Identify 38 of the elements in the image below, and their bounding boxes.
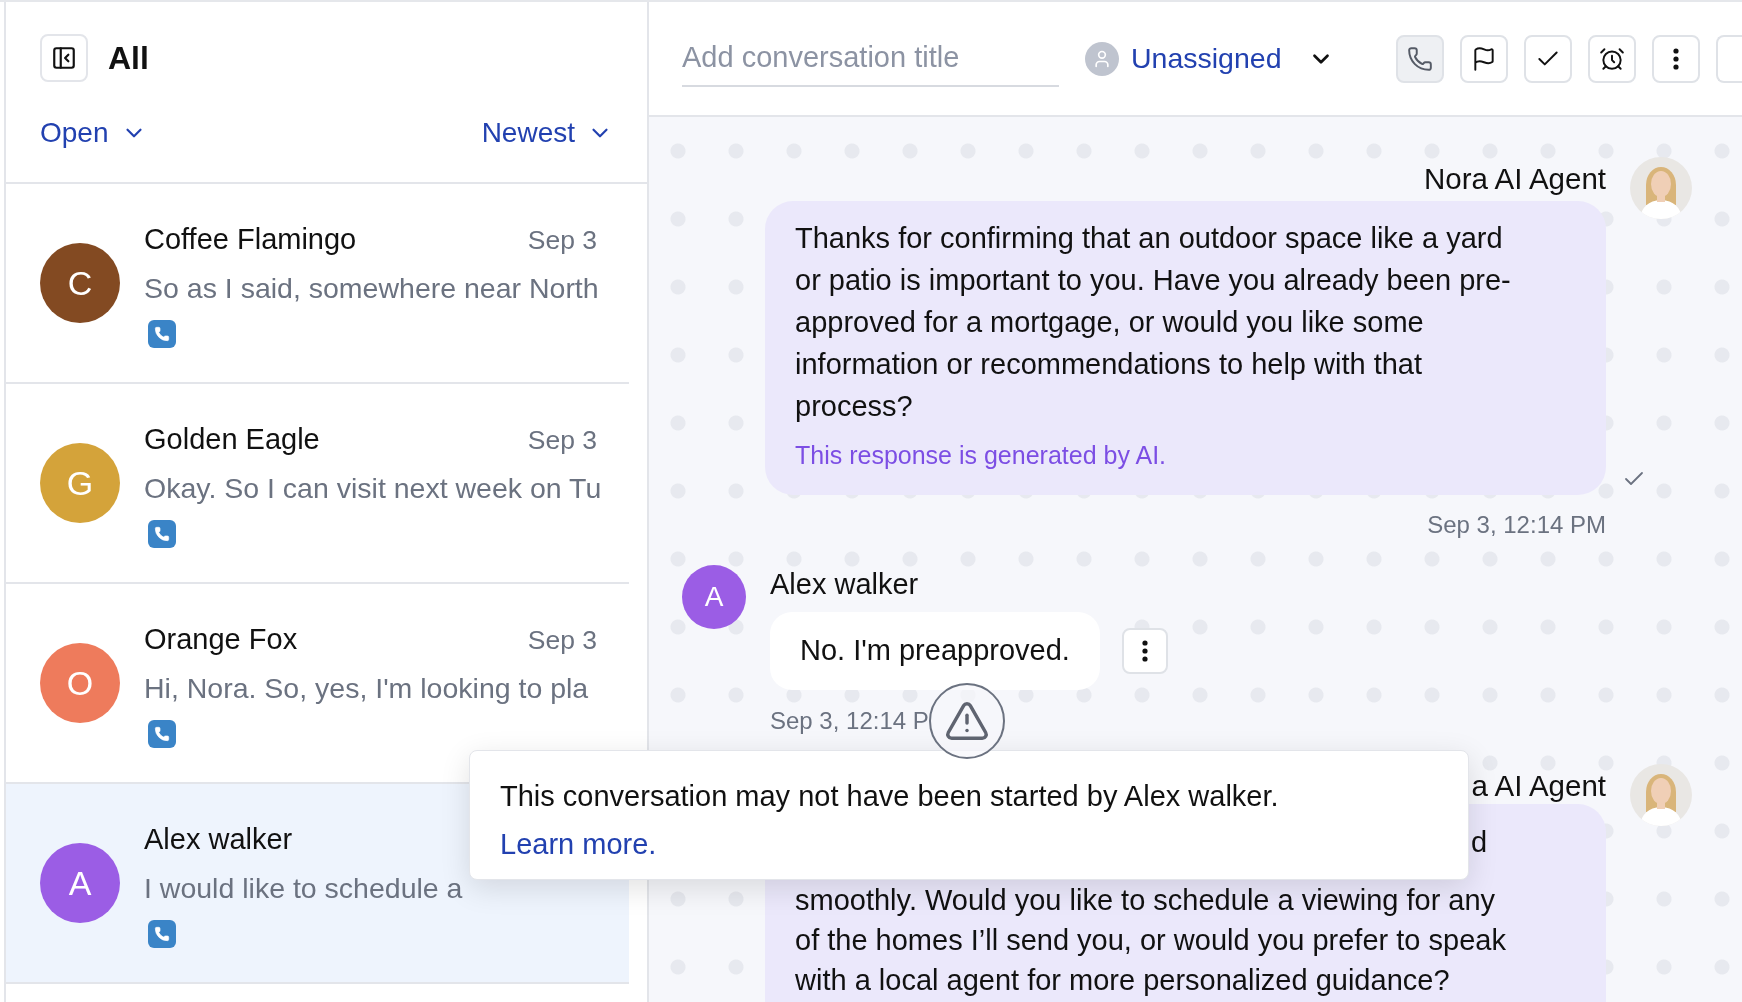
message-time: Sep 3, 12:14 PM xyxy=(1427,509,1606,540)
avatar: G xyxy=(40,443,120,523)
contact-name: Alex walker xyxy=(144,821,293,857)
panel-collapse-icon xyxy=(51,45,77,71)
sender-name: Nora AI Agent xyxy=(1423,161,1606,197)
toolbar-button[interactable] xyxy=(1587,34,1636,83)
toolbar-button[interactable] xyxy=(1395,34,1444,83)
message-preview: So as I said, somewhere near North xyxy=(144,271,597,307)
sidebar-toggle-button[interactable] xyxy=(40,34,88,82)
assignee-dropdown[interactable]: Unassigned xyxy=(1085,37,1334,80)
message-preview: I would like to schedule a xyxy=(144,871,464,907)
list-title: All xyxy=(108,39,149,78)
conversation-date: Sep 3 xyxy=(527,623,597,657)
filter-dropdown[interactable]: Newest xyxy=(481,112,613,154)
more-icon xyxy=(1672,47,1679,70)
message-preview: Hi, Nora. So, yes, I'm looking to pla xyxy=(144,671,590,707)
message-bubble: No. I'm preapproved. xyxy=(770,612,1100,690)
alarm-clock-icon xyxy=(1598,45,1625,72)
sender-name: Alex walker xyxy=(770,566,920,602)
conversation-title-field[interactable]: Add conversation title xyxy=(682,35,1059,88)
toolbar-button[interactable] xyxy=(1459,34,1508,83)
conversation-date: Sep 3 xyxy=(527,423,597,457)
contact-name: Coffee Flamingo xyxy=(144,221,357,257)
sender-name: a AI Agent xyxy=(1471,767,1606,804)
message-time: Sep 3, 12:14 P xyxy=(770,705,929,736)
more-icon xyxy=(1141,639,1148,662)
message-bubble: Thanks for confirming that an outdoor space like a yard or patio is important to you. Have you already been pre-approved for a mortgage, or would you like some information or recommendations to help with that process? This response is generated by AI. xyxy=(765,201,1606,495)
conversation-date: Sep 3 xyxy=(527,223,597,257)
avatar: O xyxy=(40,643,120,723)
message-menu-button[interactable] xyxy=(1121,627,1168,674)
avatar: A xyxy=(682,564,746,629)
filter-dropdown[interactable]: Open xyxy=(40,112,147,154)
avatar: A xyxy=(40,843,120,923)
phone-icon xyxy=(1406,45,1433,72)
contact-name: Golden Eagle xyxy=(144,421,320,457)
contact-name: Orange Fox xyxy=(144,621,298,657)
avatar: C xyxy=(40,243,120,323)
user-avatar-icon xyxy=(1085,41,1119,76)
